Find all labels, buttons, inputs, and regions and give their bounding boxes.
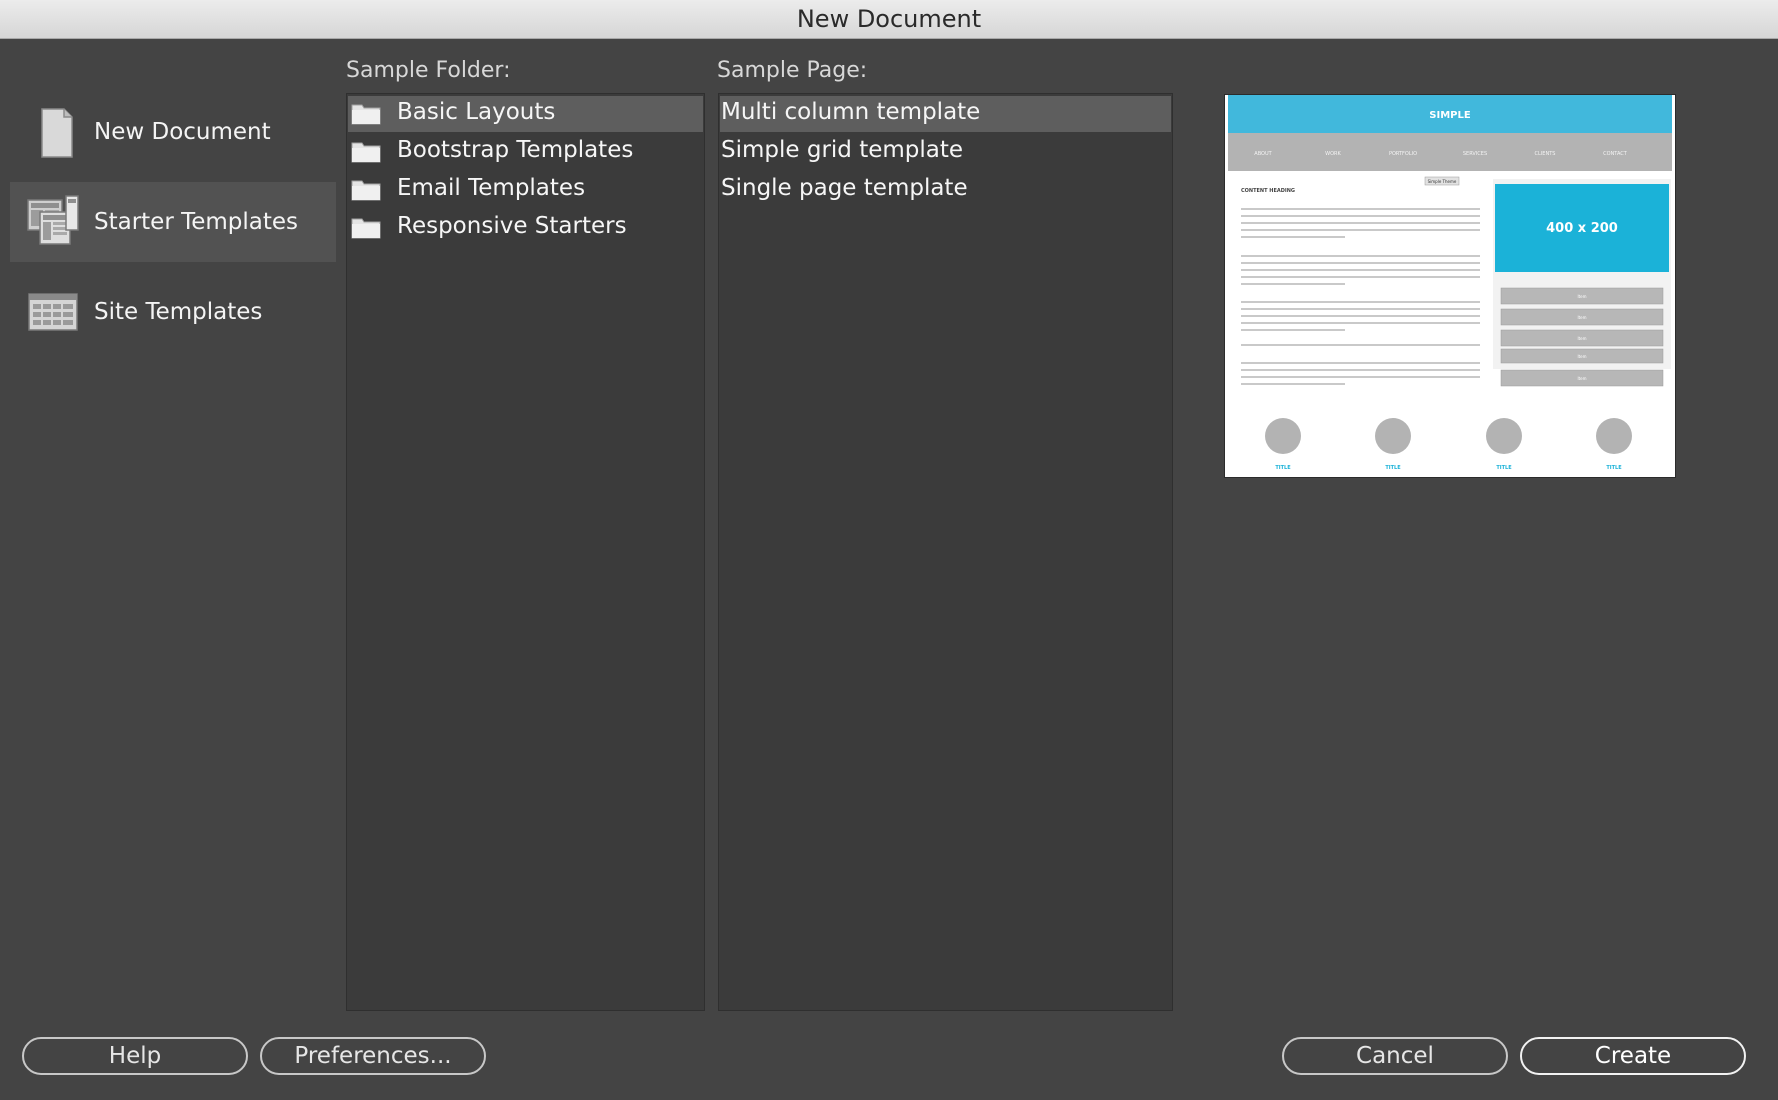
- page-item-single-page[interactable]: Single page template: [720, 172, 1171, 208]
- template-preview-thumbnail: SIMPLE ABOUT WORK PORTFOLIO SERVICES CLI…: [1225, 95, 1675, 477]
- sidebar-item-label: Site Templates: [94, 299, 263, 325]
- preview-footer-title: TITLE: [1496, 465, 1512, 471]
- page-item-multi-column[interactable]: Multi column template: [720, 96, 1171, 132]
- preview-nav-item: CLIENTS: [1535, 151, 1556, 157]
- title-bar[interactable]: New Document: [0, 0, 1778, 39]
- sample-page-list[interactable]: Multi column template Simple grid templa…: [718, 93, 1173, 1011]
- preview-link: Item: [1577, 294, 1586, 299]
- window-title: New Document: [796, 5, 982, 33]
- preview-footer-title: TITLE: [1275, 465, 1291, 471]
- help-button[interactable]: Help: [22, 1037, 248, 1075]
- cancel-button[interactable]: Cancel: [1282, 1037, 1508, 1075]
- preview-link: Item: [1577, 354, 1586, 359]
- folder-icon: [351, 180, 381, 201]
- sidebar-item-site-templates[interactable]: Site Templates: [10, 272, 336, 352]
- page-item-simple-grid[interactable]: Simple grid template: [720, 134, 1171, 170]
- sidebar-item-new-document[interactable]: New Document: [10, 92, 336, 172]
- page-label: Multi column template: [721, 99, 981, 125]
- folder-label: Responsive Starters: [397, 213, 627, 239]
- template-preview: SIMPLE ABOUT WORK PORTFOLIO SERVICES CLI…: [1224, 94, 1676, 478]
- sidebar-item-label: New Document: [94, 119, 271, 145]
- preview-link: Item: [1577, 336, 1586, 341]
- folder-item-bootstrap-templates[interactable]: Bootstrap Templates: [348, 134, 703, 170]
- document-icon: [41, 108, 73, 158]
- page-label: Simple grid template: [721, 137, 964, 163]
- preview-footer-title: TITLE: [1606, 465, 1622, 471]
- sidebar-item-label: Starter Templates: [94, 209, 299, 235]
- preview-nav-item: SERVICES: [1463, 151, 1487, 157]
- new-document-dialog: New Document New Document Starter Templa…: [0, 0, 1778, 1100]
- folder-item-responsive-starters[interactable]: Responsive Starters: [348, 210, 703, 246]
- folder-icon: [351, 142, 381, 163]
- preview-nav-item: ABOUT: [1254, 151, 1272, 157]
- preview-nav-item: WORK: [1325, 151, 1341, 157]
- folder-label: Email Templates: [397, 175, 586, 201]
- folder-item-email-templates[interactable]: Email Templates: [348, 172, 703, 208]
- create-button[interactable]: Create: [1520, 1037, 1746, 1075]
- sample-folder-header: Sample Folder:: [346, 58, 511, 83]
- sample-folder-list[interactable]: Basic Layouts Bootstrap Templates Email …: [346, 93, 705, 1011]
- starter-templates-icon: [27, 195, 79, 245]
- preview-footer-title: TITLE: [1385, 465, 1401, 471]
- preview-badge: Simple Theme: [1428, 179, 1457, 184]
- sample-page-header: Sample Page:: [717, 58, 868, 83]
- site-templates-icon: [28, 293, 78, 331]
- folder-label: Basic Layouts: [397, 99, 556, 125]
- preview-placeholder-label: 400 x 200: [1546, 221, 1618, 236]
- preferences-button[interactable]: Preferences...: [260, 1037, 486, 1075]
- preview-nav-item: CONTACT: [1603, 151, 1628, 157]
- preview-link: Item: [1577, 376, 1586, 381]
- preview-nav-item: PORTFOLIO: [1389, 151, 1417, 157]
- preview-heading: CONTENT HEADING: [1241, 188, 1295, 194]
- page-label: Single page template: [721, 175, 968, 201]
- folder-icon: [351, 104, 381, 125]
- preview-brand: SIMPLE: [1429, 110, 1471, 121]
- folder-item-basic-layouts[interactable]: Basic Layouts: [348, 96, 703, 132]
- preview-link: Item: [1577, 315, 1586, 320]
- sidebar-item-starter-templates[interactable]: Starter Templates: [10, 182, 336, 262]
- folder-label: Bootstrap Templates: [397, 137, 634, 163]
- folder-icon: [351, 218, 381, 239]
